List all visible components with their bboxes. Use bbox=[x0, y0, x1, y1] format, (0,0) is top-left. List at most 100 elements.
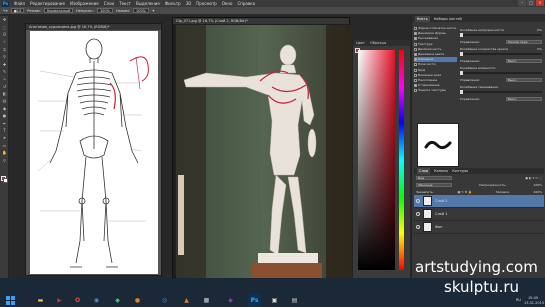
brush-setting-checkbox[interactable] bbox=[414, 32, 417, 36]
opera-browser-icon[interactable]: O bbox=[71, 294, 84, 307]
system-clock[interactable]: 15:49 13.01.2015 bbox=[524, 296, 544, 305]
brush-setting-checkbox[interactable] bbox=[414, 84, 417, 88]
layer-blend-mode[interactable]: Обычные bbox=[416, 182, 452, 187]
tab-layers[interactable]: Слои bbox=[417, 168, 431, 174]
brush-setting-checkbox[interactable] bbox=[414, 42, 417, 46]
tab-swatches[interactable]: Образцы bbox=[370, 40, 386, 46]
healing-tool-icon[interactable]: ✚ bbox=[0, 60, 9, 67]
airbrush-icon[interactable]: ✈ bbox=[152, 9, 155, 13]
wetness-jitter-slider[interactable] bbox=[460, 71, 542, 75]
document-window-statue[interactable]: Gip_071.jpg @ 16,7% (Слой 2, RGB/8#)* bbox=[172, 17, 351, 279]
tab-paths[interactable]: Контуры bbox=[452, 168, 468, 174]
brush-size-picker[interactable]: ●15 bbox=[10, 8, 25, 13]
brush-setting-checkbox[interactable] bbox=[414, 73, 417, 77]
document-tab-skeleton[interactable]: Анатомия_художника.jpg @ 16,7% (RGB/8)* bbox=[26, 24, 161, 30]
chrome-browser-icon[interactable]: ◉ bbox=[90, 294, 103, 307]
brush-setting-checkbox[interactable] bbox=[414, 68, 417, 72]
start-button-icon[interactable] bbox=[4, 294, 17, 307]
app-icon-4[interactable]: ▲ bbox=[180, 294, 193, 307]
brush-setting-checkbox[interactable] bbox=[414, 58, 417, 62]
brush-tool-icon[interactable]: ✎ bbox=[0, 68, 9, 75]
history-brush-tool-icon[interactable]: ↺ bbox=[0, 83, 9, 90]
layer-row[interactable]: Слой 1 bbox=[414, 208, 544, 221]
quick-select-tool-icon[interactable]: ✧ bbox=[0, 38, 9, 45]
app-icon-8[interactable]: ▤ bbox=[288, 294, 301, 307]
layer-name[interactable]: Слой 2 bbox=[435, 199, 447, 203]
fill-value[interactable]: 100% bbox=[533, 190, 542, 194]
filter-icons[interactable]: ▣ ◐ T ▭ ⬚ bbox=[525, 176, 542, 180]
tab-color[interactable]: Цвет bbox=[356, 40, 365, 46]
tab-channels[interactable]: Каналы bbox=[434, 168, 448, 174]
opacity-field[interactable]: 100% bbox=[96, 8, 113, 13]
opacity-jitter-slider[interactable] bbox=[460, 33, 542, 37]
tab-brush-presets[interactable]: Наборы кистей bbox=[434, 16, 462, 22]
layer-opacity-value[interactable]: 100% bbox=[533, 183, 542, 187]
move-tool-icon[interactable]: ✥ bbox=[0, 16, 9, 23]
color-picker-field[interactable] bbox=[358, 50, 395, 270]
path-select-tool-icon[interactable]: ➤ bbox=[0, 134, 9, 141]
background-color-swatch[interactable] bbox=[3, 178, 8, 183]
app-icon-2[interactable]: ● bbox=[131, 294, 144, 307]
control2-select[interactable]: Выкл. bbox=[506, 58, 542, 63]
menu-layers[interactable]: Слои bbox=[104, 0, 114, 7]
lasso-tool-icon[interactable]: ʘ bbox=[0, 31, 9, 38]
document-window-skeleton[interactable]: Анатомия_художника.jpg @ 16,7% (RGB/8)* bbox=[25, 23, 162, 276]
control1-select[interactable]: Нажим пера bbox=[506, 39, 542, 44]
app-icon-3[interactable]: ◎ bbox=[158, 294, 171, 307]
menu-image[interactable]: Изображение bbox=[70, 0, 99, 7]
media-player-icon[interactable]: ▶ bbox=[53, 294, 66, 307]
flow-jitter-slider[interactable] bbox=[460, 52, 542, 56]
app-icon-5[interactable]: ■ bbox=[200, 294, 213, 307]
brush-setting-checkbox[interactable] bbox=[414, 63, 417, 67]
menu-type[interactable]: Текст bbox=[119, 0, 131, 7]
app-icon-7[interactable]: ▣ bbox=[268, 294, 281, 307]
document-tab-statue[interactable]: Gip_071.jpg @ 16,7% (Слой 2, RGB/8#)* bbox=[173, 18, 349, 24]
dodge-tool-icon[interactable]: ● bbox=[0, 112, 9, 119]
brush-setting-checkbox[interactable] bbox=[414, 89, 417, 93]
menu-help[interactable]: Справка bbox=[237, 0, 255, 7]
blur-tool-icon[interactable]: ◆ bbox=[0, 105, 9, 112]
control4-select[interactable]: Выкл. bbox=[506, 96, 542, 101]
menu-view[interactable]: Просмотр bbox=[196, 0, 217, 7]
menu-select[interactable]: Выделение bbox=[136, 0, 160, 7]
layer-row[interactable]: Слой 2 bbox=[414, 195, 544, 208]
brush-setting-checkbox[interactable] bbox=[414, 78, 417, 82]
type-tool-icon[interactable]: T bbox=[0, 127, 9, 134]
marquee-tool-icon[interactable]: ⬚ bbox=[0, 23, 9, 30]
visibility-eye-icon[interactable] bbox=[416, 212, 420, 216]
control3-select[interactable]: Выкл. bbox=[506, 77, 542, 82]
brush-setting-checkbox[interactable] bbox=[414, 47, 417, 51]
zoom-tool-icon[interactable]: ⚲ bbox=[0, 156, 9, 163]
hand-tool-icon[interactable]: ✋ bbox=[0, 149, 9, 156]
statue-canvas[interactable] bbox=[176, 25, 351, 279]
brush-setting-checkbox[interactable] bbox=[414, 37, 417, 41]
menu-edit[interactable]: Редактирование bbox=[30, 0, 65, 7]
pen-tool-icon[interactable]: ✒ bbox=[0, 119, 9, 126]
brush-setting-item[interactable]: Защита текстуры bbox=[414, 88, 457, 93]
minimize-icon[interactable]: – bbox=[518, 0, 526, 6]
brush-setting-checkbox[interactable] bbox=[414, 27, 417, 31]
menu-filter[interactable]: Фильтр bbox=[165, 0, 181, 7]
mode-select[interactable]: Нормальный bbox=[43, 8, 74, 13]
layer-name[interactable]: Фон bbox=[435, 225, 442, 229]
language-indicator[interactable]: RU bbox=[516, 298, 521, 302]
file-explorer-icon[interactable]: ▬ bbox=[34, 294, 47, 307]
tab-brush[interactable]: Кисть bbox=[415, 16, 430, 22]
crop-tool-icon[interactable]: ⌗ bbox=[0, 46, 9, 53]
visibility-eye-icon[interactable] bbox=[416, 199, 420, 203]
pressure-field[interactable]: 100% bbox=[133, 8, 150, 13]
photoshop-taskbar-icon[interactable]: Ps bbox=[248, 294, 261, 307]
app-icon-1[interactable]: ◆ bbox=[111, 294, 124, 307]
brush-setting-checkbox[interactable] bbox=[414, 53, 417, 57]
gradient-tool-icon[interactable]: ▤ bbox=[0, 97, 9, 104]
eyedropper-tool-icon[interactable]: ⚲ bbox=[0, 53, 9, 60]
layer-name[interactable]: Слой 1 bbox=[435, 212, 447, 216]
shape-tool-icon[interactable]: ▭ bbox=[0, 142, 9, 149]
layer-kind-filter[interactable]: Вид bbox=[416, 175, 452, 180]
eraser-tool-icon[interactable]: ◧ bbox=[0, 90, 9, 97]
skeleton-canvas[interactable] bbox=[30, 31, 158, 274]
close-icon[interactable]: × bbox=[536, 0, 544, 6]
maximize-icon[interactable]: □ bbox=[527, 0, 535, 6]
layer-row[interactable]: Фон bbox=[414, 221, 544, 234]
lock-icons[interactable]: ▦ ✎ ✥ 🔒 bbox=[457, 190, 471, 194]
